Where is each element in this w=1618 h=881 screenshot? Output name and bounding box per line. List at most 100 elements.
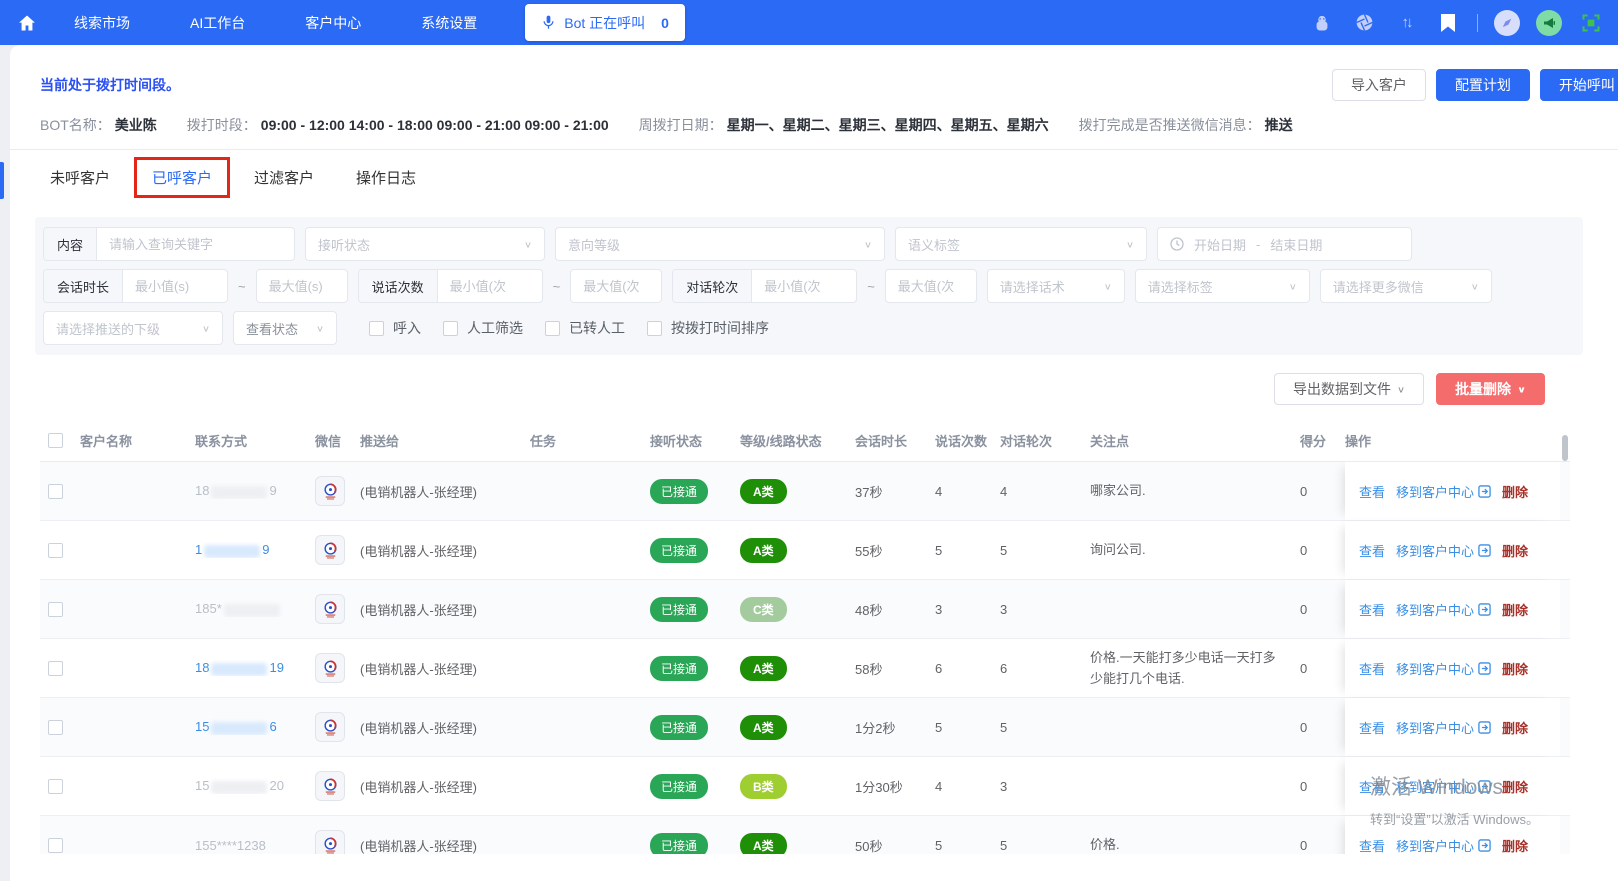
batch-delete-button[interactable]: 批量删除 ∨ [1436,373,1545,405]
nav-item-3[interactable]: 客户中心 [275,13,391,33]
checkbox-box[interactable] [647,320,662,336]
duration-cell: 48秒 [855,602,883,618]
sidebar-handle[interactable] [0,162,4,199]
delete-link[interactable]: 删除 [1502,777,1528,796]
duration-min-input[interactable] [123,270,227,302]
delete-link[interactable]: 删除 [1502,718,1528,737]
info-value: 推送 [1264,117,1293,133]
delete-link[interactable]: 删除 [1502,482,1528,501]
more-wechat-select[interactable]: 请选择更多微信 ∨ [1319,269,1492,303]
delete-link[interactable]: 删除 [1502,659,1528,678]
semantic-tag-select[interactable]: 语义标签 ∨ [895,227,1147,261]
wechat-icon[interactable] [315,476,345,506]
move-to-center-link[interactable]: 移到客户中心 [1396,659,1491,678]
start-call-button[interactable]: 开始呼叫 ∨ [1539,69,1618,101]
filter-checkbox-2[interactable]: 人工筛选 [443,318,523,338]
filter-checkbox-1[interactable]: 呼入 [369,318,421,338]
delete-link[interactable]: 删除 [1502,836,1528,855]
listen-status-select[interactable]: 接听状态 ∨ [305,227,545,261]
view-link[interactable]: 查看 [1359,777,1385,796]
filter-checkbox-4[interactable]: 按拨打时间排序 [647,318,769,338]
wechat-icon[interactable] [315,712,345,742]
delete-link[interactable]: 删除 [1502,541,1528,560]
bot-calling-button[interactable]: Bot 正在呼叫 0 [525,4,685,41]
column-header-11: 关注点 [1090,433,1130,449]
checkbox-box[interactable] [545,320,560,336]
view-status-select[interactable]: 查看状态 ∨ [233,311,337,345]
row-checkbox[interactable] [48,542,63,558]
android-icon[interactable] [1309,10,1335,36]
checkbox-label: 呼入 [393,320,421,336]
sort-arrows-icon[interactable]: ↑↓ [1393,10,1419,36]
tab-4[interactable]: 操作日志 [356,167,416,188]
tab-2[interactable]: 已呼客户 [134,157,231,198]
move-to-center-link[interactable]: 移到客户中心 [1396,836,1491,855]
tab-1[interactable]: 未呼客户 [50,167,110,188]
screenshot-icon[interactable] [1578,10,1604,36]
script-select[interactable]: 请选择话术 ∨ [986,269,1125,303]
filter-checkbox-3[interactable]: 已转人工 [545,318,625,338]
configure-plan-button[interactable]: 配置计划 [1435,69,1530,101]
column-header-4: 推送给 [360,433,400,449]
move-to-center-link[interactable]: 移到客户中心 [1396,541,1491,560]
tag-select[interactable]: 请选择标签 ∨ [1134,269,1310,303]
push-subordinate-select[interactable]: 请选择推送的下级 ∨ [43,311,223,345]
duration-max-input[interactable] [256,270,347,302]
nav-item-4[interactable]: 系统设置 [391,13,507,33]
home-icon[interactable] [10,13,44,33]
rounds-cell: 3 [1000,601,1008,617]
move-to-center-link[interactable]: 移到客户中心 [1396,777,1491,796]
date-range-picker[interactable]: 开始日期 - 结束日期 [1157,227,1412,261]
push-to-cell: (电销机器人-张经理) [360,543,477,559]
move-to-center-link[interactable]: 移到客户中心 [1396,482,1491,501]
keyword-input[interactable] [97,228,294,260]
row-checkbox[interactable] [48,660,63,676]
checkbox-box[interactable] [443,320,458,336]
view-link[interactable]: 查看 [1359,836,1385,855]
view-link[interactable]: 查看 [1359,541,1385,560]
tab-3[interactable]: 过滤客户 [254,167,314,188]
row-checkbox[interactable] [48,483,63,499]
chevron-down-icon: ∨ [1397,384,1406,395]
level-cell: A类 [740,832,855,854]
nav-item-1[interactable]: 线索市场 [44,13,160,33]
intent-level-select[interactable]: 意向等级 ∨ [555,227,885,261]
row-checkbox[interactable] [48,719,63,735]
bookmark-icon[interactable] [1435,10,1461,36]
row-checkbox[interactable] [48,778,63,794]
aperture-icon[interactable] [1351,10,1377,36]
chevron-down-icon: ∨ [523,239,532,250]
checkbox-box[interactable] [369,320,384,336]
view-link[interactable]: 查看 [1359,600,1385,619]
wechat-icon[interactable] [315,771,345,801]
talk-min-input[interactable] [437,270,542,302]
move-to-center-link[interactable]: 移到客户中心 [1396,718,1491,737]
nav-item-2[interactable]: AI工作台 [160,13,275,33]
actions-cell: 查看 移到客户中心 删除 [1345,462,1560,520]
export-data-button[interactable]: 导出数据到文件 ∨ [1274,373,1425,405]
info-pair: BOT名称： 美业陈 [40,115,157,135]
compass-icon[interactable] [1494,9,1520,36]
select-all-checkbox[interactable] [48,432,63,448]
row-checkbox[interactable] [48,601,63,617]
view-link[interactable]: 查看 [1359,659,1385,678]
phone-cell: 19 [195,542,315,558]
row-checkbox[interactable] [48,837,63,853]
wechat-icon[interactable] [315,594,345,624]
view-link[interactable]: 查看 [1359,718,1385,737]
move-to-center-link[interactable]: 移到客户中心 [1396,600,1491,619]
wechat-icon[interactable] [315,830,345,854]
wechat-icon[interactable] [315,653,345,683]
rounds-min-input[interactable] [752,270,857,302]
rounds-max-input[interactable] [885,270,976,302]
view-link[interactable]: 查看 [1359,482,1385,501]
column-header-3: 微信 [315,433,342,449]
talk-max-input[interactable] [571,270,662,302]
delete-link[interactable]: 删除 [1502,600,1528,619]
info-pair: 拨打时段： 09:00 - 12:00 14:00 - 18:00 09:00 -… [187,115,609,135]
megaphone-icon[interactable] [1536,9,1562,36]
wechat-icon[interactable] [315,535,345,565]
table-scrollbar[interactable] [1562,435,1568,461]
table-row: 185* (电销机器人-张经理) 已接通 C类 48秒 3 3 0 查看 移到客户中心 删除 [40,580,1570,639]
import-customers-button[interactable]: 导入客户 [1331,69,1426,101]
